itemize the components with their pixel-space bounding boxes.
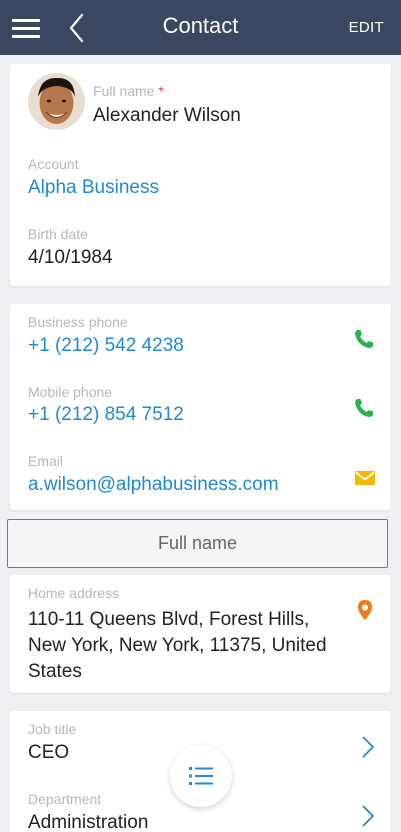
mobile-phone-link[interactable]: +1 (212) 854 7512 <box>28 404 184 426</box>
chevron-right-icon[interactable] <box>356 735 380 759</box>
full-name-value: Alexander Wilson <box>93 105 241 126</box>
job-title-label: Job title <box>28 721 77 737</box>
top-app-bar: Contact EDIT <box>0 0 401 55</box>
back-arrow-icon[interactable] <box>66 12 90 44</box>
communications-card: Business phone +1 (212) 542 4238 Mobile … <box>10 304 391 510</box>
full-name-button[interactable]: Full name <box>7 519 388 568</box>
department-label: Department <box>28 791 102 807</box>
required-mark: * <box>158 83 164 99</box>
mobile-phone-label: Mobile phone <box>28 384 113 400</box>
edit-button[interactable]: EDIT <box>349 19 384 36</box>
chevron-right-icon[interactable] <box>356 804 380 828</box>
profile-card: Full name * Alexander Wilson Account Alph… <box>10 64 391 286</box>
business-phone-label: Business phone <box>28 314 128 330</box>
phone-icon[interactable] <box>352 396 376 420</box>
list-menu-button[interactable] <box>170 745 232 807</box>
list-icon <box>189 767 213 785</box>
email-label: Email <box>28 453 64 469</box>
envelope-icon[interactable] <box>353 466 377 490</box>
department-value[interactable]: Administration <box>28 812 148 832</box>
business-phone-link[interactable]: +1 (212) 542 4238 <box>28 335 184 357</box>
hamburger-menu-icon[interactable] <box>10 16 42 40</box>
account-label: Account <box>28 156 79 172</box>
account-link[interactable]: Alpha Business <box>28 177 159 199</box>
email-link[interactable]: a.wilson@alphabusiness.com <box>28 474 279 496</box>
map-pin-icon[interactable] <box>353 598 377 622</box>
home-address-value: 110-11 Queens Blvd, Forest Hills, New Yo… <box>28 609 327 682</box>
phone-icon[interactable] <box>352 327 376 351</box>
avatar[interactable] <box>28 73 85 130</box>
home-address-label: Home address <box>28 585 120 601</box>
page-title: Contact <box>162 13 239 38</box>
full-name-label: Full name * <box>93 83 164 99</box>
address-card: Home address 110-11 Queens Blvd, Forest … <box>10 575 391 693</box>
birth-date-label: Birth date <box>28 226 88 242</box>
job-title-value[interactable]: CEO <box>28 742 69 764</box>
birth-date-value: 4/10/1984 <box>28 247 113 268</box>
